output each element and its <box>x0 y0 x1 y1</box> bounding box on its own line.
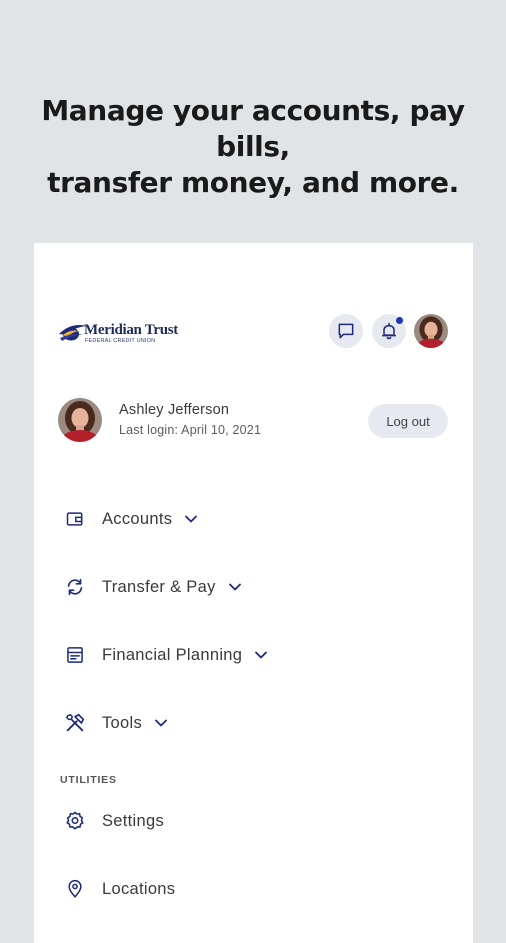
last-login-text: Last login: April 10, 2021 <box>119 423 262 437</box>
headline-line-2: transfer money, and more. <box>47 166 459 199</box>
user-name: Ashley Jefferson <box>119 402 230 418</box>
transfer-icon <box>64 576 86 598</box>
nav-item-label: Settings <box>102 811 165 830</box>
meridian-trust-logo: Meridian Trust FEDERAL CREDIT UNION <box>58 318 178 346</box>
nav-item-financial-planning[interactable]: Financial Planning <box>64 642 268 668</box>
nav-item-label: Tools <box>102 713 143 732</box>
nav-item-transfer-pay[interactable]: Transfer & Pay <box>64 574 242 600</box>
profile-photo-icon <box>414 314 448 348</box>
location-pin-icon <box>64 878 86 900</box>
nav-item-label: Accounts <box>102 509 173 528</box>
nav-item-label: Locations <box>102 879 176 898</box>
chevron-down-icon[interactable] <box>228 580 242 594</box>
headline-line-1: Manage your accounts, pay bills, <box>41 94 465 163</box>
marketing-headline: Manage your accounts, pay bills, transfe… <box>0 93 506 201</box>
planning-icon <box>64 644 86 666</box>
utilities-section-label: UTILITIES <box>60 774 117 786</box>
nav-item-label: Transfer & Pay <box>102 577 216 596</box>
app-menu-card: Meridian Trust FEDERAL CREDIT UNION Ashl… <box>34 243 473 943</box>
nav-item-locations[interactable]: Locations <box>64 876 175 902</box>
tools-icon <box>64 712 86 734</box>
logo-name: Meridian Trust <box>84 322 178 338</box>
gear-icon <box>64 810 86 832</box>
nav-item-accounts[interactable]: Accounts <box>64 506 198 532</box>
logo-tagline: FEDERAL CREDIT UNION <box>85 338 156 344</box>
profile-photo-icon <box>58 398 102 442</box>
chat-icon <box>338 323 354 339</box>
notification-dot <box>395 316 404 325</box>
chevron-down-icon[interactable] <box>154 716 168 730</box>
avatar[interactable] <box>414 314 448 348</box>
wallet-icon <box>64 508 86 530</box>
logout-button[interactable]: Log out <box>368 404 448 438</box>
chat-button[interactable] <box>329 314 363 348</box>
chevron-down-icon[interactable] <box>254 648 268 662</box>
nav-item-label: Financial Planning <box>102 645 243 664</box>
nav-item-tools[interactable]: Tools <box>64 710 168 736</box>
profile-avatar <box>58 398 102 442</box>
chevron-down-icon[interactable] <box>184 512 198 526</box>
notifications-button[interactable] <box>372 314 406 348</box>
nav-item-settings[interactable]: Settings <box>64 808 164 834</box>
